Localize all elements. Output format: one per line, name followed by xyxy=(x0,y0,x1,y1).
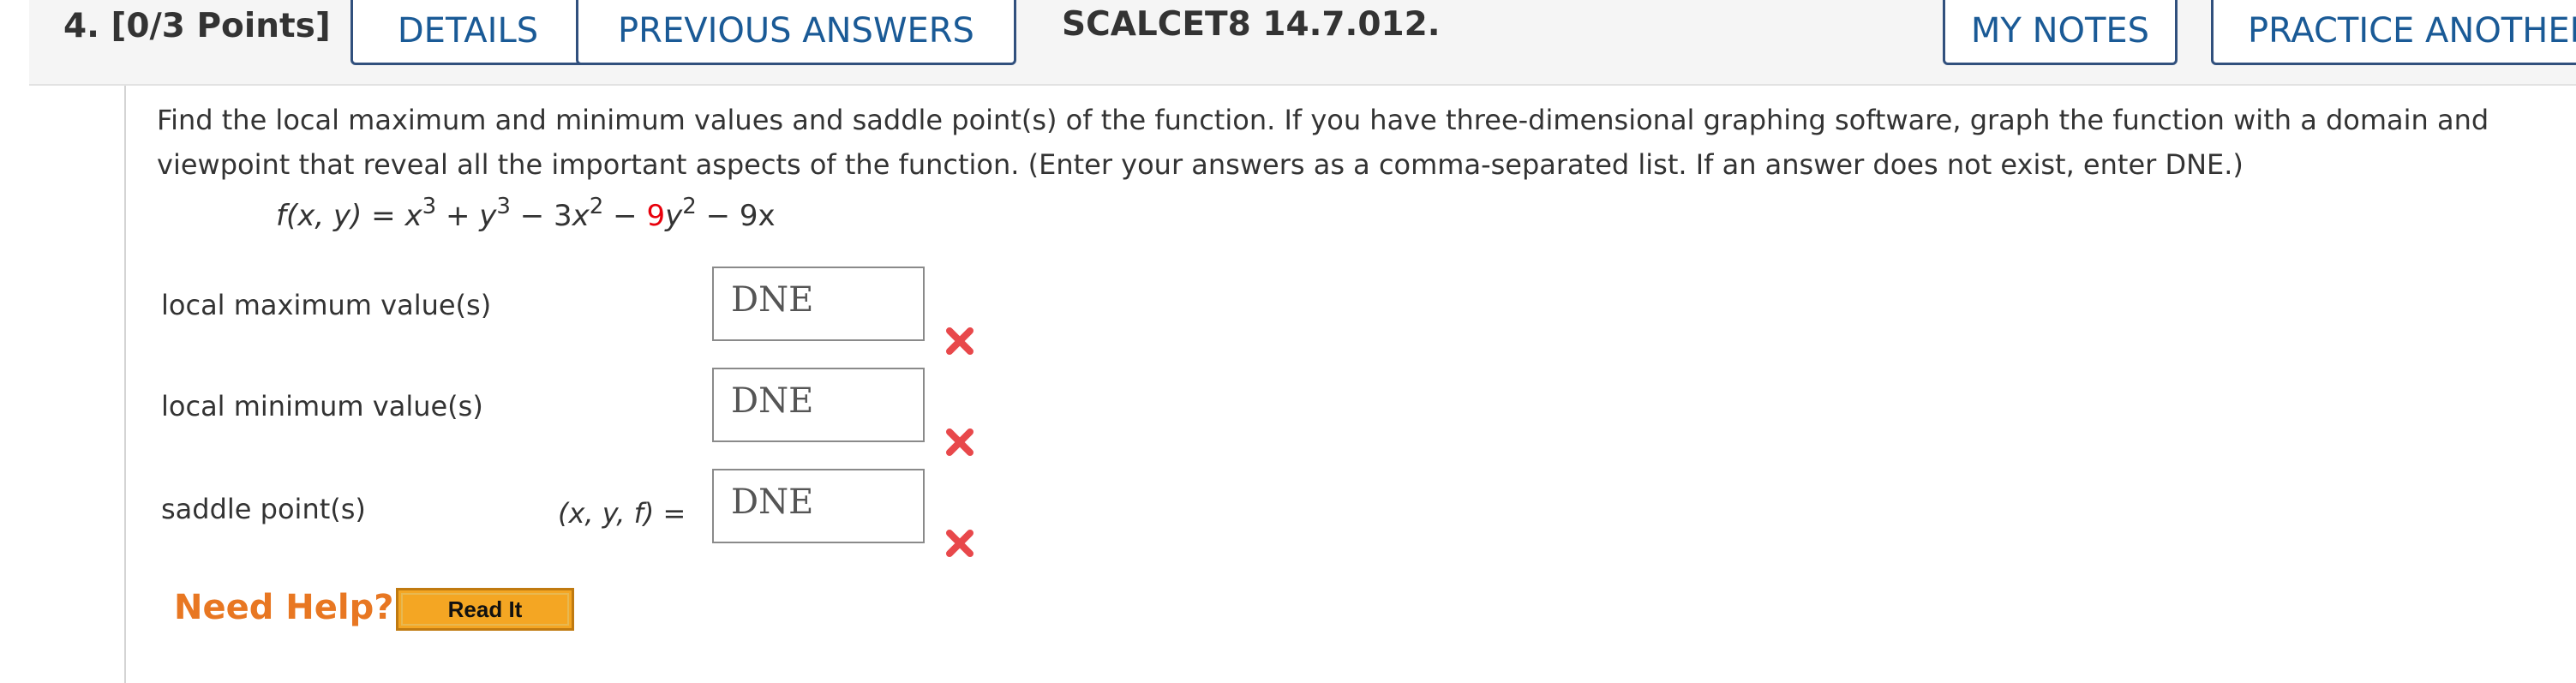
formula-coef-3: 3 xyxy=(554,199,572,233)
formula-equals: = xyxy=(362,199,405,233)
local-maximum-input[interactable]: DNE xyxy=(712,267,925,341)
local-minimum-label: local minimum value(s) xyxy=(161,390,483,422)
formula-x-squared: x xyxy=(572,199,590,233)
content-left-border xyxy=(124,86,126,683)
saddle-point-input[interactable]: DNE xyxy=(712,469,925,543)
question-number: 4. xyxy=(63,7,99,45)
question-points: 4. [0/3 Points] xyxy=(63,7,331,45)
formula-exp-4: 2 xyxy=(682,194,697,219)
x-mark-icon xyxy=(946,428,973,456)
course-code: SCALCET8 14.7.012. xyxy=(1062,5,1441,44)
saddle-point-prefix: (x, y, f) = xyxy=(558,497,686,530)
formula-exp-1: 3 xyxy=(422,194,437,219)
formula-op-2: − xyxy=(510,199,554,233)
read-it-button[interactable]: Read It xyxy=(396,588,574,631)
local-maximum-label: local maximum value(s) xyxy=(161,289,492,321)
formula-x-cubed: x xyxy=(404,199,422,233)
question-header: 4. [0/3 Points] DETAILS PREVIOUS ANSWERS… xyxy=(29,0,2576,86)
formula-exp-3: 2 xyxy=(589,194,604,219)
formula-y-cubed: y xyxy=(479,199,497,233)
details-button[interactable]: DETAILS xyxy=(350,0,585,65)
function-formula: f(x, y) = x3 + y3 − 3x2 − 9y2 − 9x xyxy=(276,195,776,233)
formula-op-1: + xyxy=(436,199,480,233)
formula-y-squared: y xyxy=(665,199,683,233)
formula-op-3: − xyxy=(603,199,647,233)
need-help-label: Need Help? xyxy=(174,588,394,627)
formula-term-5: 9x xyxy=(739,199,776,233)
question-text: Find the local maximum and minimum value… xyxy=(157,104,2489,181)
x-mark-icon xyxy=(946,327,973,355)
saddle-point-prefix-text: (x, y, f) = xyxy=(558,497,686,530)
formula-lhs: f(x, y) xyxy=(276,199,362,233)
previous-answers-button[interactable]: PREVIOUS ANSWERS xyxy=(576,0,1016,65)
formula-coef-4: 9 xyxy=(646,199,666,233)
my-notes-button[interactable]: MY NOTES xyxy=(1943,0,2178,65)
formula-exp-2: 3 xyxy=(496,194,511,219)
points-score: [0/3 Points] xyxy=(111,7,331,45)
formula-op-4: − xyxy=(696,199,740,233)
read-it-label: Read It xyxy=(401,593,569,626)
practice-another-button[interactable]: PRACTICE ANOTHER xyxy=(2211,0,2576,65)
saddle-point-label: saddle point(s) xyxy=(161,493,366,525)
local-minimum-input[interactable]: DNE xyxy=(712,368,925,442)
x-mark-icon xyxy=(946,530,973,557)
